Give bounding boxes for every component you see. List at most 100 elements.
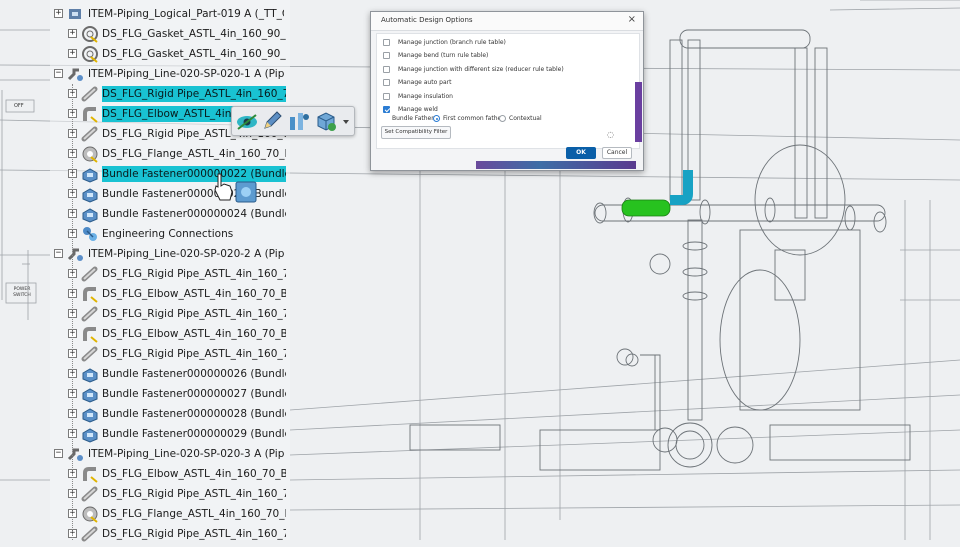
radio-contextual-label[interactable]: Contextual	[509, 114, 542, 124]
tree-item-row[interactable]: +Bundle Fastener000000028 (Bundle Fas	[50, 404, 290, 424]
tree-item-row[interactable]: +DS_FLG_Rigid Pipe_ASTL_4in_160_70_PE	[50, 484, 290, 504]
tree-item-label[interactable]: DS_FLG_Rigid Pipe_ASTL_4in_160_70_PE	[102, 346, 286, 362]
expand-toggle-icon[interactable]: −	[54, 449, 63, 458]
option-checkbox[interactable]	[383, 52, 390, 60]
tree-item-label[interactable]: Bundle Fastener000000028 (Bundle Fas	[102, 406, 286, 422]
expand-toggle-icon[interactable]: +	[68, 49, 77, 58]
more-dropdown-button[interactable]	[340, 109, 352, 133]
tree-item-row[interactable]: + Engineering Connections	[50, 224, 290, 244]
tree-item-label[interactable]: DS_FLG_Rigid Pipe_ASTL_4in_160_70_PE	[102, 266, 286, 282]
close-icon[interactable]: ×	[628, 14, 636, 25]
expand-toggle-icon[interactable]: +	[54, 9, 63, 18]
ok-button[interactable]: OK	[566, 147, 596, 159]
piping-line-icon	[66, 445, 84, 463]
tree-item-row[interactable]: +DS_FLG_Rigid Pipe_ASTL_4in_160_70_PE	[50, 84, 290, 104]
expand-toggle-icon[interactable]: +	[68, 29, 77, 38]
tree-item-row[interactable]: +Bundle Fastener000000029 (Bundle Fas	[50, 424, 290, 444]
tree-item-row[interactable]: +DS_FLG_Elbow_ASTL_4in_160_70_BW_90	[50, 464, 290, 484]
option-label[interactable]: Manage insulation	[398, 92, 453, 102]
tree-item-row[interactable]: +Bundle Fastener000000026 (Bundle Fas	[50, 364, 290, 384]
bundle-fastener-icon	[81, 365, 99, 383]
tree-item-row[interactable]: +DS_FLG_Flange_ASTL_4in_160_70_RJ_BV	[50, 504, 290, 524]
rigid-pipe-icon	[81, 305, 99, 323]
tree-item-row[interactable]: + DS_FLG_Gasket_ASTL_4in_160_90_RJ_6377	[50, 24, 290, 44]
bundle-fastener-icon	[81, 405, 99, 423]
expand-toggle-icon[interactable]: −	[54, 249, 63, 258]
edit-button[interactable]	[260, 109, 284, 133]
tree-item-label[interactable]: ITEM-Piping_Logical_Part-019 A (_TT_Gate	[88, 6, 284, 22]
radio-first-common-father-label[interactable]: First common father	[443, 114, 504, 124]
tree-line-row[interactable]: − ITEM-Piping_Line-020-SP-020-3 A (Piping	[50, 444, 290, 464]
hide-show-button[interactable]	[235, 109, 259, 133]
tree-item-label[interactable]: DS_FLG_Elbow_ASTL_4in_160_70_BW_90	[102, 326, 286, 342]
off-switch-label: OFF	[14, 103, 24, 109]
tree-item-label[interactable]: DS_FLG_Rigid Pipe_ASTL_4in_160_70_PE	[102, 306, 286, 322]
elbow-icon	[81, 105, 99, 123]
option-label[interactable]: Manage junction (branch rule table)	[398, 38, 506, 48]
option-checkbox[interactable]	[383, 92, 390, 100]
add-part-button[interactable]	[314, 109, 338, 133]
gasket-icon	[81, 45, 99, 63]
flange-icon	[81, 145, 99, 163]
busy-spinner-icon: ◌	[607, 130, 614, 139]
elbow-icon	[81, 465, 99, 483]
hide-show-icon	[237, 114, 257, 130]
tree-item-row[interactable]: +DS_FLG_Rigid Pipe_ASTL_4in_160_70_PE	[50, 304, 290, 324]
radio-contextual[interactable]	[499, 115, 506, 122]
rigid-pipe-icon	[81, 345, 99, 363]
tree-item-label[interactable]: Engineering Connections	[102, 226, 286, 242]
tree-item-row[interactable]: +DS_FLG_Elbow_ASTL_4in_160_70_BW_90	[50, 324, 290, 344]
tree-item-label[interactable]: Bundle Fastener000000027 (Bundle Fas	[102, 386, 286, 402]
tree-item-label[interactable]: DS_FLG_Elbow_ASTL_4in_160_70_BW_90	[102, 286, 286, 302]
tree-connector-line	[72, 84, 73, 540]
tree-item-label[interactable]: DS_FLG_Elbow_ASTL_4in_160_70_BW_90	[102, 466, 286, 482]
option-checkbox[interactable]	[383, 65, 390, 73]
tree-item-row[interactable]: +Bundle Fastener000000027 (Bundle Fas	[50, 384, 290, 404]
expand-toggle-icon[interactable]: −	[54, 69, 63, 78]
tree-item-row[interactable]: +DS_FLG_Elbow_ASTL_4in_160_70_BW_90	[50, 284, 290, 304]
tree-item-label[interactable]: DS_FLG_Flange_ASTL_4in_160_70_RJ_BW	[102, 146, 286, 162]
selected-pipe-segment[interactable]	[621, 199, 671, 217]
tree-item-row[interactable]: +DS_FLG_Rigid Pipe_ASTL_4in_160_70_PE	[50, 524, 290, 544]
tree-item-row[interactable]: +DS_FLG_Rigid Pipe_ASTL_4in_160_70_PE	[50, 264, 290, 284]
tree-line-row[interactable]: + ITEM-Piping_Logical_Part-019 A (_TT_Gat…	[50, 4, 290, 24]
rigid-pipe-icon	[81, 525, 99, 543]
option-label[interactable]: Manage junction with different size (red…	[398, 65, 564, 75]
automatic-design-options-dialog: Automatic Design Options × Manage juncti…	[370, 11, 644, 171]
route-tools-button[interactable]	[286, 109, 310, 133]
bundle-father-label: Bundle Father:	[392, 115, 436, 122]
tree-item-label[interactable]: ITEM-Piping_Line-020-SP-020-3 A (Piping	[88, 446, 284, 462]
route-tools-icon	[290, 113, 309, 130]
bundle-fastener-icon	[81, 385, 99, 403]
set-compatibility-filter-button[interactable]: Set Compatibility Filter	[381, 126, 451, 139]
tree-item-label[interactable]: ITEM-Piping_Line-020-SP-020-1 A (Piping	[88, 66, 284, 82]
tree-line-row[interactable]: − ITEM-Piping_Line-020-SP-020-2 A (Piping	[50, 244, 290, 264]
rigid-pipe-icon	[81, 485, 99, 503]
option-checkbox[interactable]	[383, 79, 390, 87]
bundle-fastener-icon	[81, 205, 99, 223]
tree-item-row[interactable]: +DS_FLG_Rigid Pipe_ASTL_4in_160_70_PE	[50, 344, 290, 364]
gasket-icon	[81, 25, 99, 43]
tree-item-label[interactable]: DS_FLG_Flange_ASTL_4in_160_70_RJ_BV	[102, 506, 286, 522]
cancel-button[interactable]: Cancel	[602, 147, 632, 159]
radio-first-common-father[interactable]	[433, 115, 440, 122]
bundle-fastener-icon	[81, 185, 99, 203]
tree-item-label[interactable]: Bundle Fastener000000029 (Bundle Fas	[102, 426, 286, 442]
option-label[interactable]: Manage auto part	[398, 78, 451, 88]
option-checkbox[interactable]	[383, 39, 390, 46]
tree-item-row[interactable]: +DS_FLG_Flange_ASTL_4in_160_70_RJ_BW	[50, 144, 290, 164]
tree-item-label[interactable]: Bundle Fastener000000026 (Bundle Fas	[102, 366, 286, 382]
tree-item-label[interactable]: DS_FLG_Rigid Pipe_ASTL_4in_160_70_PE	[102, 86, 286, 102]
engineering-connections-icon	[81, 225, 99, 243]
tree-item-label[interactable]: ITEM-Piping_Line-020-SP-020-2 A (Piping	[88, 246, 284, 262]
option-label[interactable]: Manage bend (turn rule table)	[398, 51, 488, 61]
tree-item-label[interactable]: DS_FLG_Rigid Pipe_ASTL_4in_160_70_PE	[102, 486, 286, 502]
edit-pencil-icon	[264, 111, 282, 129]
tree-item-label[interactable]: DS_FLG_Gasket_ASTL_4in_160_90_RJ_6377	[102, 46, 286, 62]
tree-line-row[interactable]: − ITEM-Piping_Line-020-SP-020-1 A (Piping	[50, 64, 290, 84]
option-checkbox[interactable]	[383, 106, 390, 113]
tree-item-row[interactable]: + DS_FLG_Gasket_ASTL_4in_160_90_RJ_6377	[50, 44, 290, 64]
tree-item-label[interactable]: DS_FLG_Gasket_ASTL_4in_160_90_RJ_6377	[102, 26, 286, 42]
dialog-title-bar[interactable]: Automatic Design Options ×	[371, 12, 643, 31]
specification-tree[interactable]: + ITEM-Piping_Logical_Part-019 A (_TT_Gat…	[50, 0, 290, 542]
